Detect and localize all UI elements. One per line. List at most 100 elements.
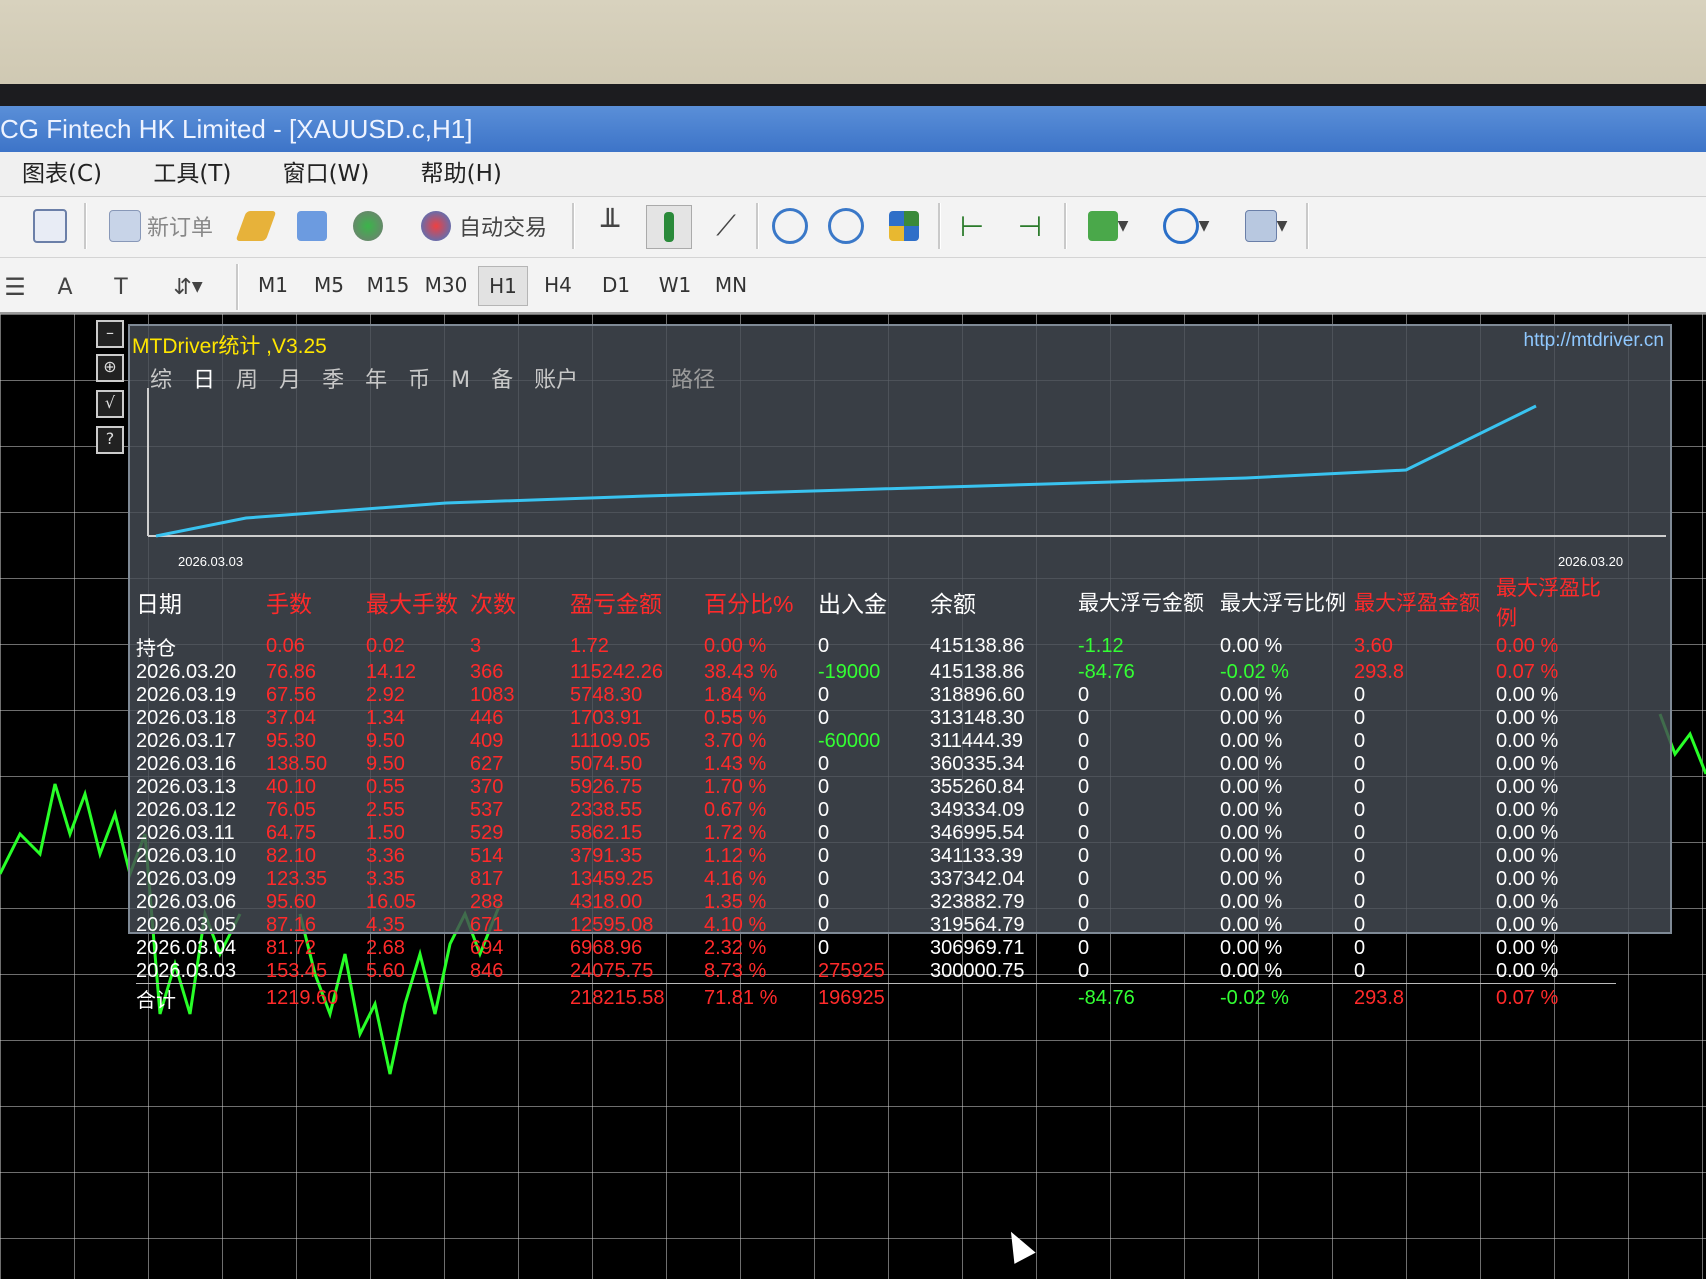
- cell-max-float-profit: 0: [1354, 799, 1366, 821]
- zoom-in-button[interactable]: [770, 205, 810, 247]
- tf-d1[interactable]: D1: [592, 266, 640, 304]
- cell-max-float-profit-pct: 0.00 %: [1496, 960, 1559, 982]
- cell-percent: 1.35 %: [704, 891, 767, 913]
- col-max-float-profit: 最大浮盈金额: [1354, 592, 1480, 615]
- chart-shift-button[interactable]: ⊢: [952, 205, 992, 247]
- cell-max-lots: 2.55: [366, 799, 405, 821]
- cell-max-float-loss-pct: 0.00 %: [1220, 868, 1283, 890]
- tile-windows-button[interactable]: [884, 205, 924, 247]
- table-row: 2026.03.12 76.05 2.55 537 2338.55 0.67 % 0 3493…: [136, 799, 1616, 822]
- cell-max-lots: 14.12: [366, 661, 417, 683]
- tf-m30[interactable]: M30: [420, 266, 472, 304]
- menu-tools[interactable]: 工具(T): [131, 152, 253, 196]
- menu-chart[interactable]: 图表(C): [0, 152, 124, 196]
- cell-date: 2026.03.19: [136, 684, 237, 706]
- panel-check-button[interactable]: √: [96, 390, 124, 418]
- tf-m5[interactable]: M5: [306, 266, 352, 304]
- new-order-icon: [108, 210, 141, 242]
- tile-windows-icon: [889, 211, 919, 241]
- col-profit-loss: 盈亏金额: [570, 591, 662, 617]
- cell-count: 671: [470, 914, 504, 936]
- navigator-icon: [297, 211, 327, 241]
- table-row: 2026.03.16 138.50 9.50 627 5074.50 1.43 % 0 360…: [136, 753, 1616, 776]
- clock-icon: [1162, 208, 1199, 244]
- price-chart[interactable]: – ⊕ √ ? MTDriver统计 ,V3.25 http://mtdrive…: [0, 314, 1706, 1279]
- cell-max-float-loss: 0: [1078, 684, 1090, 706]
- cell-max-float-profit-pct: 0.00 %: [1496, 822, 1559, 844]
- cell-max-float-profit: 0: [1354, 776, 1366, 798]
- col-max-float-loss: 最大浮亏金额: [1078, 592, 1204, 615]
- cell-max-float-profit-pct: 0.00 %: [1496, 845, 1559, 867]
- photo-background: [0, 0, 1706, 90]
- new-order-button[interactable]: 新订单: [96, 205, 226, 247]
- tf-m15[interactable]: M15: [362, 266, 414, 304]
- cell-max-float-loss-pct: 0.00 %: [1220, 891, 1283, 913]
- auto-scroll-button[interactable]: ⊣: [1010, 205, 1050, 247]
- text-button[interactable]: A: [50, 266, 80, 308]
- cell-max-float-loss: 0: [1078, 914, 1090, 936]
- navigator-button[interactable]: [292, 205, 332, 247]
- panel-minimize-button[interactable]: –: [96, 320, 124, 348]
- auto-scroll-icon: ⊣: [1017, 209, 1043, 243]
- cell-max-float-profit: 293.8: [1354, 661, 1405, 683]
- templates-button[interactable]: ▼: [1234, 205, 1298, 247]
- line-chart-button[interactable]: ⟋: [706, 205, 746, 247]
- table-row: 2026.03.20 76.86 14.12 366 115242.26 38.43 % -…: [136, 661, 1616, 684]
- col-deposit-withdraw: 出入金: [818, 591, 887, 617]
- cell-balance: 346995.54: [930, 822, 1025, 844]
- chart-shift-icon: ⊢: [959, 209, 985, 243]
- tf-h1[interactable]: H1: [478, 266, 528, 306]
- candlestick-button[interactable]: [646, 205, 692, 249]
- cell-max-float-loss: -84.76: [1078, 983, 1220, 1013]
- gold-button[interactable]: [235, 205, 277, 247]
- cell-profit-loss: 1703.91: [570, 707, 643, 729]
- cell-max-float-profit-pct: 0.00 %: [1496, 799, 1559, 821]
- arrows-button[interactable]: ⇵ ▼: [160, 266, 216, 308]
- table-row: 2026.03.19 67.56 2.92 1083 5748.30 1.84 % 0 318…: [136, 684, 1616, 707]
- menu-help[interactable]: 帮助(H): [399, 152, 524, 196]
- cell-max-lots: 1.34: [366, 707, 405, 729]
- table-row: 2026.03.05 87.16 4.35 671 12595.08 4.10 % 0 319…: [136, 914, 1616, 937]
- menu-window[interactable]: 窗口(W): [261, 152, 392, 196]
- cell-balance: 337342.04: [930, 868, 1025, 890]
- cell-flow: -19000: [818, 661, 881, 683]
- cell-count: 446: [470, 707, 504, 729]
- cell-max-float-loss: 0: [1078, 845, 1090, 867]
- cell-max-float-profit-pct: 0.00 %: [1496, 635, 1559, 657]
- cell-profit-loss: 218215.58: [570, 983, 704, 1013]
- zoom-out-button[interactable]: [826, 205, 866, 247]
- print-preview-button[interactable]: [30, 205, 70, 247]
- periods-button[interactable]: ▼: [1156, 205, 1216, 247]
- text-icon: A: [57, 274, 73, 300]
- tf-mn[interactable]: MN: [706, 266, 756, 304]
- cell-flow: 275925: [818, 960, 885, 982]
- cell-max-float-profit-pct: 0.00 %: [1496, 937, 1559, 959]
- open-position-row: 持仓 0.06 0.02 3 1.72 0.00 % 0 415138.86 -…: [136, 632, 1616, 661]
- panel-help-button[interactable]: ?: [96, 426, 124, 454]
- panel-url-link[interactable]: http://mtdriver.cn: [1524, 330, 1664, 352]
- text-label-button[interactable]: T: [106, 266, 136, 308]
- monitor-bezel: [0, 84, 1706, 108]
- cell-balance: 341133.39: [930, 845, 1024, 867]
- auto-trade-button[interactable]: 自动交易: [404, 205, 564, 247]
- col-max-float-loss-pct: 最大浮亏比例: [1220, 592, 1346, 615]
- cell-date: 2026.03.09: [136, 868, 237, 890]
- cell-max-float-profit-pct: 0.00 %: [1496, 684, 1559, 706]
- signals-button[interactable]: [348, 205, 388, 247]
- tf-m1[interactable]: M1: [250, 266, 296, 304]
- cell-balance: 415138.86: [930, 635, 1025, 657]
- cell-date: 2026.03.16: [136, 753, 237, 775]
- cell-percent: 0.00 %: [704, 635, 767, 657]
- cell-max-float-profit: 0: [1354, 845, 1366, 867]
- chevron-down-icon: ▼: [191, 279, 203, 295]
- cell-max-float-profit-pct: 0.00 %: [1496, 868, 1559, 890]
- panel-settings-button[interactable]: ⊕: [96, 354, 124, 382]
- cell-max-float-profit: 0: [1354, 684, 1366, 706]
- indicators-button[interactable]: ▼: [1078, 205, 1138, 247]
- tf-h4[interactable]: H4: [534, 266, 582, 304]
- bar-chart-button[interactable]: ╨: [590, 205, 630, 247]
- cell-max-float-loss-pct: -0.02 %: [1220, 983, 1354, 1013]
- hline-button[interactable]: ☰: [0, 266, 30, 308]
- cell-max-float-loss-pct: 0.00 %: [1220, 776, 1283, 798]
- tf-w1[interactable]: W1: [650, 266, 700, 304]
